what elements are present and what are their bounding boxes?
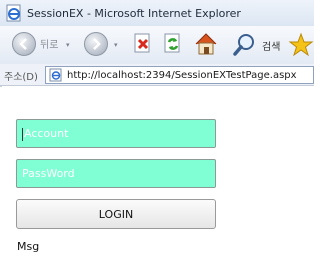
address-label: 주소(D) (4, 72, 38, 83)
home-icon (195, 33, 217, 55)
home-button[interactable] (193, 31, 219, 57)
search-label: 검색 (262, 42, 281, 53)
address-input[interactable]: http://localhost:2394/SessionEXTestPage.… (45, 66, 314, 84)
stop-icon (134, 33, 150, 53)
back-dropdown-icon[interactable]: ▾ (66, 41, 70, 49)
back-icon (19, 38, 27, 50)
stop-button[interactable] (132, 32, 154, 56)
password-input-value: PassWord (22, 167, 75, 180)
refresh-button[interactable] (162, 32, 184, 56)
browser-toolbar: 뒤로 ▾ ▾ 검색 (0, 26, 314, 64)
forward-button[interactable] (84, 32, 108, 56)
favorites-icon (288, 32, 314, 57)
back-button[interactable] (12, 32, 36, 56)
search-icon (233, 34, 254, 56)
forward-dropdown-icon[interactable]: ▾ (114, 41, 118, 49)
address-bar: 주소(D) http://localhost:2394/SessionEXTes… (0, 64, 314, 86)
window-title: SessionEX - Microsoft Internet Explorer (27, 6, 241, 20)
forward-icon (93, 38, 101, 50)
account-input[interactable]: Account (16, 119, 216, 148)
text-caret (22, 127, 23, 141)
favorites-button[interactable] (288, 32, 314, 58)
back-label: 뒤로 (40, 40, 59, 51)
login-button-label: LOGIN (98, 207, 134, 221)
ie-page-icon (6, 4, 21, 22)
login-button[interactable]: LOGIN (16, 199, 216, 229)
address-url: http://localhost:2394/SessionEXTestPage.… (67, 69, 297, 81)
account-input-value: Account (24, 127, 69, 140)
status-message: Msg (17, 240, 40, 253)
page-content: Account PassWord LOGIN Msg (0, 87, 314, 274)
password-input[interactable]: PassWord (16, 159, 216, 188)
search-button[interactable] (232, 32, 258, 58)
title-bar: SessionEX - Microsoft Internet Explorer (0, 0, 314, 26)
page-icon (49, 68, 62, 82)
refresh-icon (164, 33, 180, 53)
